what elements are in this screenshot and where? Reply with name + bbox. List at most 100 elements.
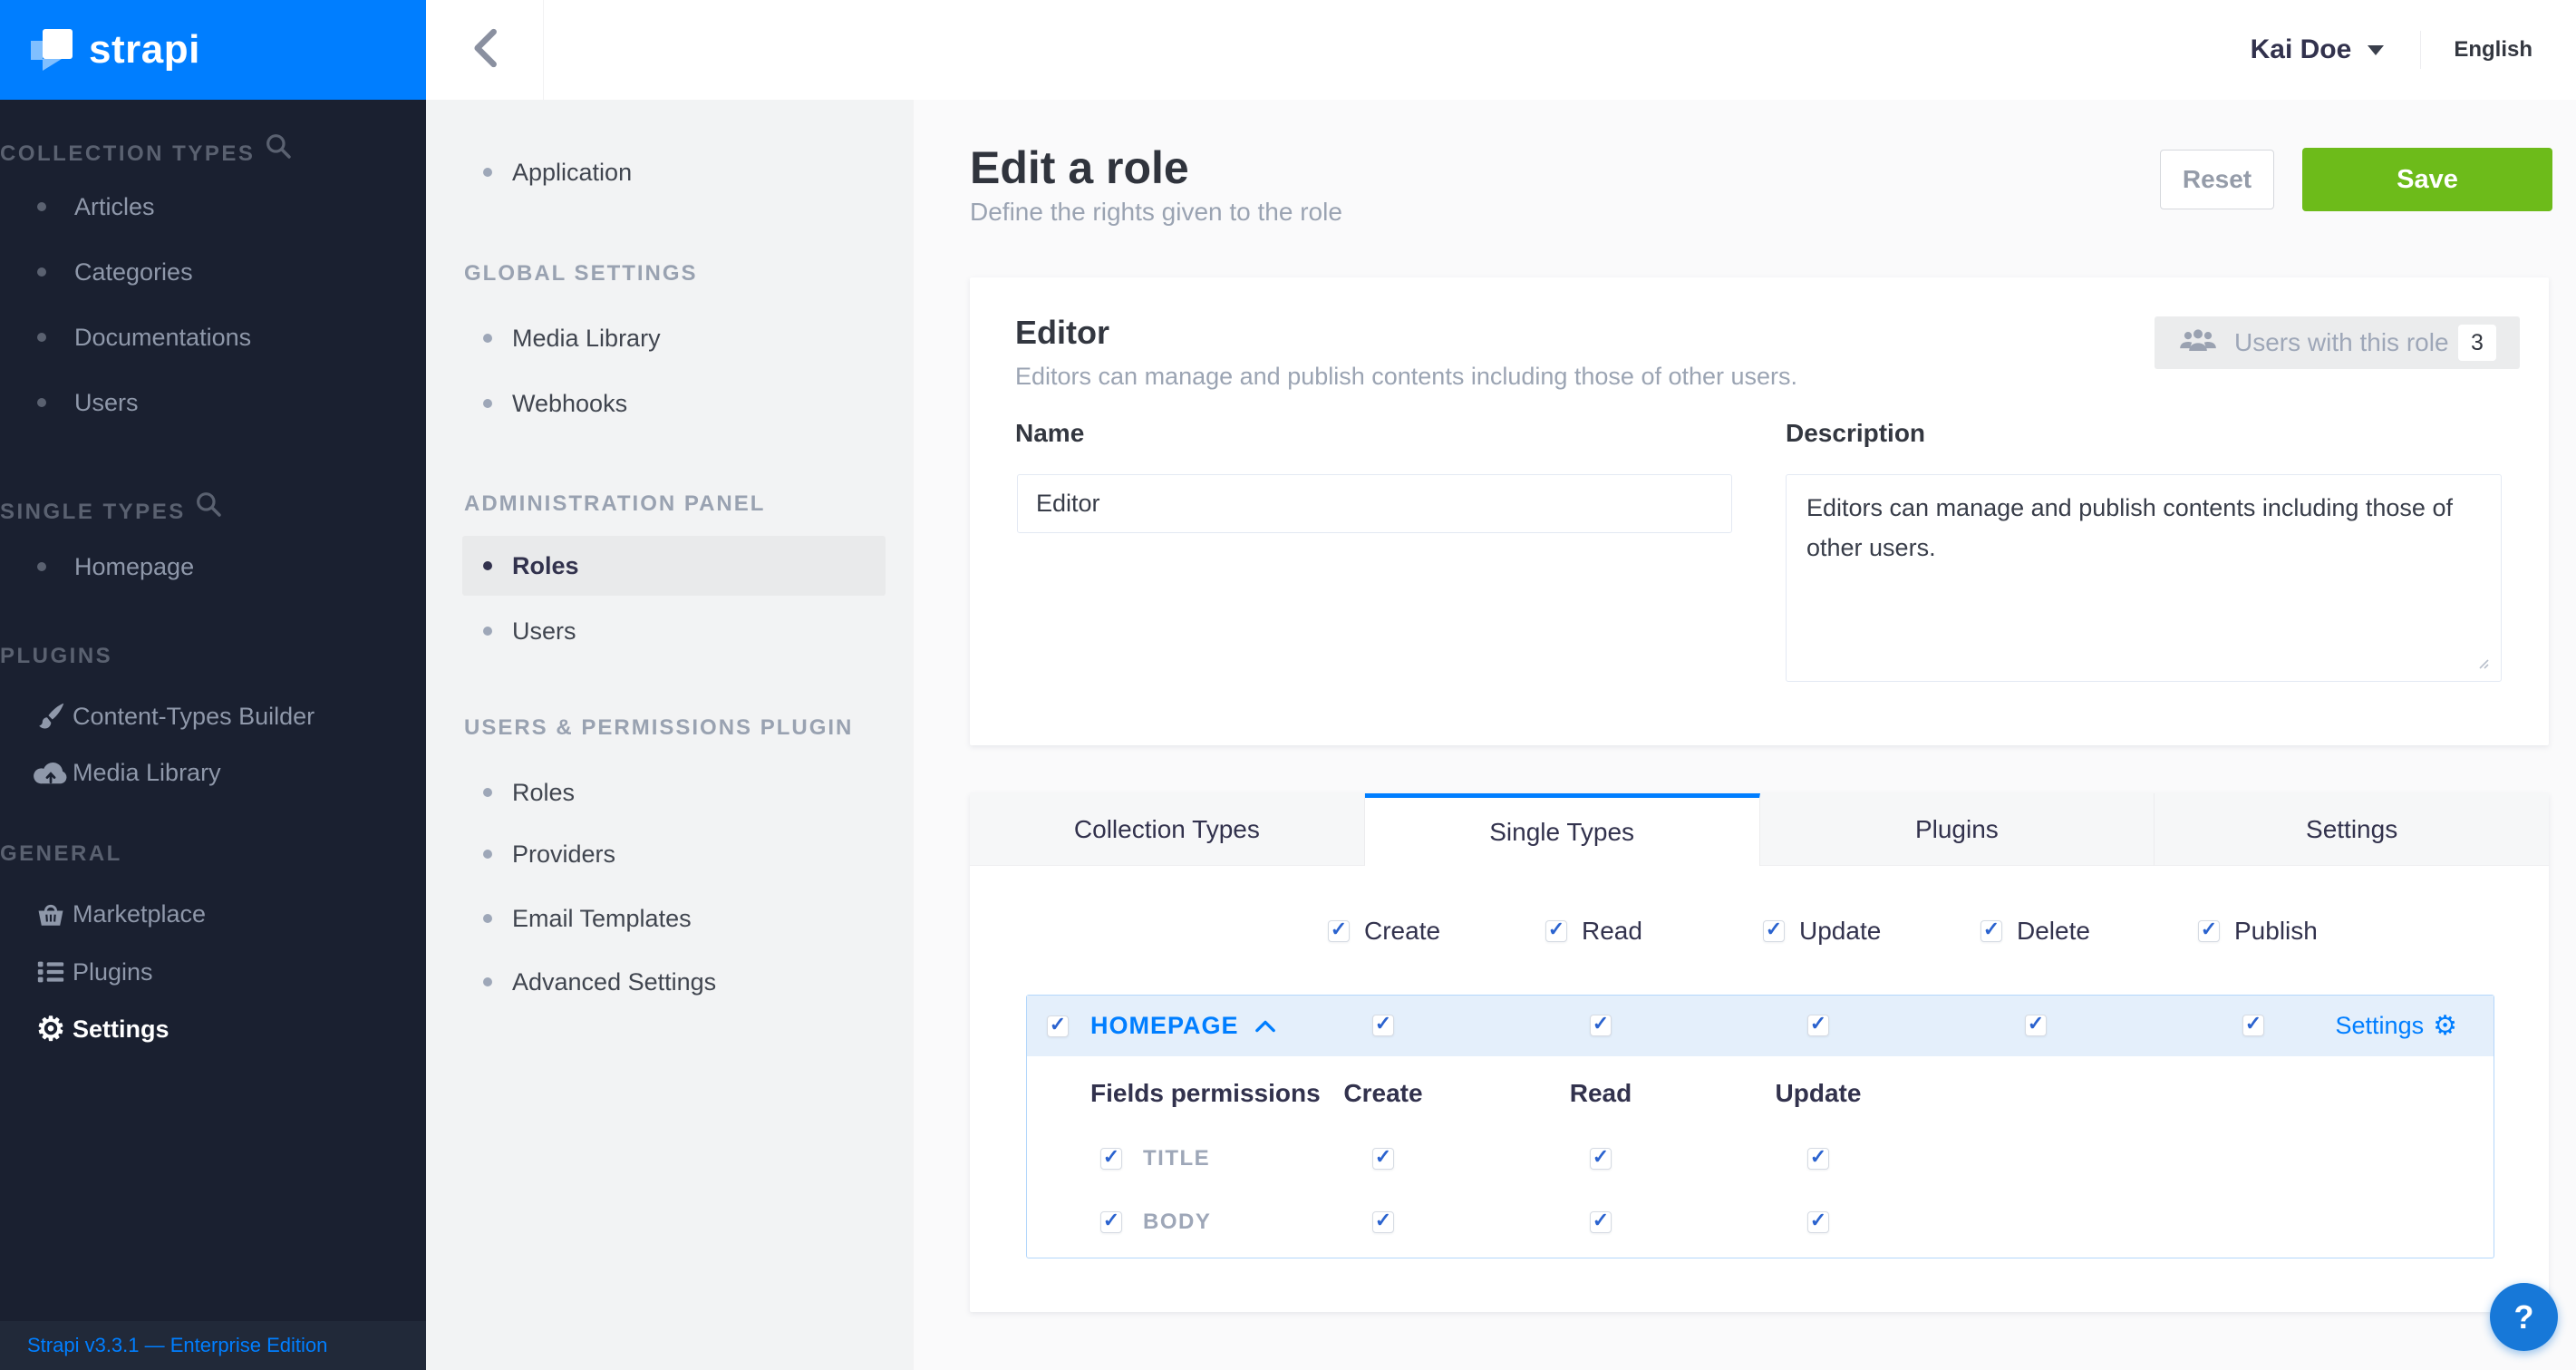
bullet-icon bbox=[37, 202, 46, 211]
sidebar-item-categories[interactable]: Categories bbox=[27, 258, 402, 286]
version-link[interactable]: Strapi v3.3.1 — Enterprise Edition bbox=[27, 1334, 327, 1357]
title-field-checkbox[interactable] bbox=[1100, 1148, 1122, 1170]
sidebar-item-documentations[interactable]: Documentations bbox=[27, 324, 402, 351]
homepage-publish-checkbox[interactable] bbox=[2242, 1015, 2264, 1036]
top-header: Kai Doe English bbox=[426, 0, 2576, 100]
body-update-checkbox[interactable] bbox=[1807, 1211, 1829, 1233]
tab-plugins[interactable]: Plugins bbox=[1760, 793, 2155, 866]
help-button[interactable]: ? bbox=[2490, 1283, 2558, 1351]
nav-item-label: Roles bbox=[512, 552, 579, 580]
nav-item-label: Users bbox=[512, 617, 576, 646]
search-icon[interactable] bbox=[264, 141, 293, 166]
title-field-label: TITLE bbox=[1143, 1145, 1210, 1172]
chevron-up-icon[interactable] bbox=[1255, 1020, 1275, 1033]
bullet-icon bbox=[483, 561, 492, 570]
language-selector[interactable]: English bbox=[2454, 37, 2532, 63]
homepage-delete-checkbox[interactable] bbox=[2025, 1015, 2047, 1036]
paintbrush-icon bbox=[31, 700, 71, 733]
settings-nav-item-webhooks[interactable]: Webhooks bbox=[462, 390, 627, 417]
save-button[interactable]: Save bbox=[2302, 148, 2552, 211]
sidebar-item-homepage[interactable]: Homepage bbox=[27, 553, 402, 580]
sidebar-item-label: Media Library bbox=[73, 759, 221, 787]
settings-nav-item-providers[interactable]: Providers bbox=[462, 840, 615, 868]
update-checkbox[interactable] bbox=[1763, 920, 1785, 942]
sidebar-item-content-types-builder[interactable]: Content-Types Builder bbox=[27, 703, 402, 730]
homepage-checkbox[interactable] bbox=[1047, 1015, 1069, 1037]
create-label: Create bbox=[1364, 917, 1440, 946]
body-field-checkbox[interactable] bbox=[1100, 1211, 1122, 1233]
settings-nav-item-roles-admin[interactable]: Roles bbox=[462, 536, 886, 596]
title-update-checkbox[interactable] bbox=[1807, 1148, 1829, 1170]
read-checkbox[interactable] bbox=[1545, 920, 1567, 942]
content-type-settings-link[interactable]: Settings ⚙ bbox=[2336, 996, 2457, 1056]
global-action-read: Read bbox=[1545, 917, 1642, 946]
caret-down-icon[interactable] bbox=[2368, 45, 2384, 55]
settings-link-label: Settings bbox=[2336, 1012, 2425, 1040]
title-read-checkbox[interactable] bbox=[1590, 1148, 1612, 1170]
section-header-plugins: PLUGINS bbox=[0, 644, 112, 669]
settings-nav-item-advanced-settings[interactable]: Advanced Settings bbox=[462, 968, 716, 996]
search-icon[interactable] bbox=[194, 500, 223, 524]
gear-icon: ⚙ bbox=[31, 1013, 71, 1045]
nav-item-label: Webhooks bbox=[512, 390, 627, 418]
back-button[interactable] bbox=[426, 0, 544, 100]
global-action-delete: Delete bbox=[1980, 917, 2090, 946]
publish-checkbox[interactable] bbox=[2198, 920, 2220, 942]
sidebar-item-media-library[interactable]: Media Library bbox=[27, 759, 402, 786]
sidebar-footer: Strapi v3.3.1 — Enterprise Edition bbox=[0, 1321, 426, 1370]
strapi-logo[interactable]: strapi bbox=[0, 0, 426, 100]
main-sidebar: COLLECTION TYPES Articles Categories Doc… bbox=[0, 0, 426, 1370]
title-create-checkbox[interactable] bbox=[1372, 1148, 1394, 1170]
users-group-icon bbox=[2178, 327, 2218, 359]
sidebar-item-plugins[interactable]: Plugins bbox=[27, 958, 402, 986]
section-header-label: GENERAL bbox=[0, 841, 122, 866]
read-label: Read bbox=[1582, 917, 1642, 946]
settings-nav-item-users-admin[interactable]: Users bbox=[462, 617, 576, 645]
users-with-role-button[interactable]: Users with this role 3 bbox=[2155, 316, 2520, 369]
content-type-row-homepage: HOMEPAGE bbox=[1027, 996, 2494, 1056]
fields-read-header: Read bbox=[1528, 1080, 1673, 1107]
users-with-role-label: Users with this role bbox=[2234, 328, 2449, 357]
homepage-read-checkbox[interactable] bbox=[1590, 1015, 1612, 1036]
gear-icon: ⚙ bbox=[2433, 1013, 2457, 1040]
section-header-label: PLUGINS bbox=[0, 644, 112, 668]
sidebar-item-articles[interactable]: Articles bbox=[27, 193, 402, 220]
tab-collection-types[interactable]: Collection Types bbox=[970, 793, 1365, 866]
sidebar-item-label: Plugins bbox=[73, 958, 153, 986]
sidebar-item-label: Users bbox=[74, 389, 139, 417]
settings-nav-item-application[interactable]: Application bbox=[462, 159, 632, 186]
bullet-icon bbox=[483, 334, 492, 343]
content-type-permissions-container: HOMEPAGE Settings ⚙ Fields permissions C… bbox=[1026, 995, 2494, 1258]
nav-item-label: Providers bbox=[512, 840, 615, 869]
homepage-create-checkbox[interactable] bbox=[1372, 1015, 1394, 1036]
global-action-publish: Publish bbox=[2198, 917, 2318, 946]
reset-button[interactable]: Reset bbox=[2160, 150, 2274, 209]
nav-item-label: Application bbox=[512, 159, 632, 187]
settings-nav-item-roles-up[interactable]: Roles bbox=[462, 779, 575, 806]
content-type-name[interactable]: HOMEPAGE bbox=[1090, 1012, 1239, 1040]
update-label: Update bbox=[1799, 917, 1881, 946]
permissions-card: Collection Types Single Types Plugins Se… bbox=[970, 793, 2549, 1312]
settings-nav-item-media-library[interactable]: Media Library bbox=[462, 325, 661, 352]
tab-settings[interactable]: Settings bbox=[2155, 793, 2549, 866]
sidebar-item-label: Homepage bbox=[74, 553, 194, 581]
sidebar-item-marketplace[interactable]: Marketplace bbox=[27, 900, 402, 928]
sidebar-item-label: Marketplace bbox=[73, 900, 206, 928]
delete-checkbox[interactable] bbox=[1980, 920, 2002, 942]
sidebar-item-label: Settings bbox=[73, 1015, 169, 1044]
bullet-icon bbox=[483, 977, 492, 986]
body-read-checkbox[interactable] bbox=[1590, 1211, 1612, 1233]
settings-nav-item-email-templates[interactable]: Email Templates bbox=[462, 905, 692, 932]
create-checkbox[interactable] bbox=[1328, 920, 1350, 942]
sidebar-item-users[interactable]: Users bbox=[27, 389, 402, 416]
body-create-checkbox[interactable] bbox=[1372, 1211, 1394, 1233]
description-textarea[interactable]: Editors can manage and publish contents … bbox=[1786, 474, 2502, 682]
homepage-update-checkbox[interactable] bbox=[1807, 1015, 1829, 1036]
tab-single-types[interactable]: Single Types bbox=[1365, 793, 1760, 866]
bullet-icon bbox=[483, 399, 492, 408]
sidebar-item-label: Categories bbox=[74, 258, 193, 287]
sidebar-item-settings[interactable]: ⚙ Settings bbox=[27, 1015, 402, 1043]
user-menu[interactable]: Kai Doe bbox=[2251, 34, 2352, 65]
name-input[interactable] bbox=[1017, 474, 1732, 533]
permissions-tabbar: Collection Types Single Types Plugins Se… bbox=[970, 793, 2549, 866]
